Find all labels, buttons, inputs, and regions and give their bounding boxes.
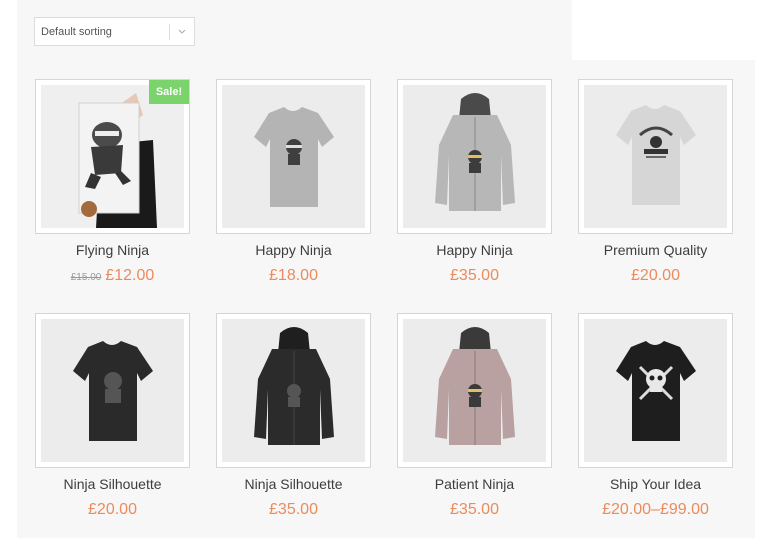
product-price: £35.00 xyxy=(450,501,499,518)
product-image[interactable] xyxy=(578,313,733,468)
product-image[interactable]: Sale! xyxy=(35,79,190,234)
tshirt-black-silhouette-image xyxy=(41,319,184,462)
product-image[interactable] xyxy=(397,79,552,234)
product-title[interactable]: Ship Your Idea xyxy=(578,476,733,492)
tshirt-grey-woothemes-image xyxy=(584,85,727,228)
product-image[interactable] xyxy=(578,79,733,234)
tshirt-black-skull-image xyxy=(584,319,727,462)
product-price: £35.00 xyxy=(269,501,318,518)
hoodie-grey-ninja-image xyxy=(403,85,546,228)
poster-ninja-image xyxy=(41,85,184,228)
product-title[interactable]: Flying Ninja xyxy=(35,242,190,258)
product-price: £35.00 xyxy=(450,267,499,284)
product-image[interactable] xyxy=(35,313,190,468)
product-title[interactable]: Ninja Silhouette xyxy=(216,476,371,492)
product-price: £20.00 xyxy=(88,501,137,518)
sale-price: £12.00 xyxy=(105,267,155,284)
product-price: £18.00 xyxy=(269,267,318,284)
hoodie-pink-ninja-image xyxy=(403,319,546,462)
original-price: £15.00 xyxy=(70,272,102,283)
product-image[interactable] xyxy=(397,313,552,468)
product-image[interactable] xyxy=(216,313,371,468)
chevron-down-icon xyxy=(178,29,186,34)
hoodie-black-silhouette-image xyxy=(222,319,365,462)
product-title[interactable]: Happy Ninja xyxy=(397,242,552,258)
product-price: £20.00 xyxy=(631,267,680,284)
product-title[interactable]: Ninja Silhouette xyxy=(35,476,190,492)
product-price: £15.00 £12.00 xyxy=(35,267,190,285)
product-title[interactable]: Premium Quality xyxy=(578,242,733,258)
product-title[interactable]: Patient Ninja xyxy=(397,476,552,492)
tshirt-grey-ninja-image xyxy=(222,85,365,228)
product-price: £20.00–£99.00 xyxy=(602,501,709,518)
sale-badge: Sale! xyxy=(149,80,189,104)
sort-divider xyxy=(169,24,170,40)
sort-dropdown[interactable]: Default sorting xyxy=(34,17,195,46)
sort-dropdown-value: Default sorting xyxy=(41,26,112,38)
product-title[interactable]: Happy Ninja xyxy=(216,242,371,258)
product-image[interactable] xyxy=(216,79,371,234)
